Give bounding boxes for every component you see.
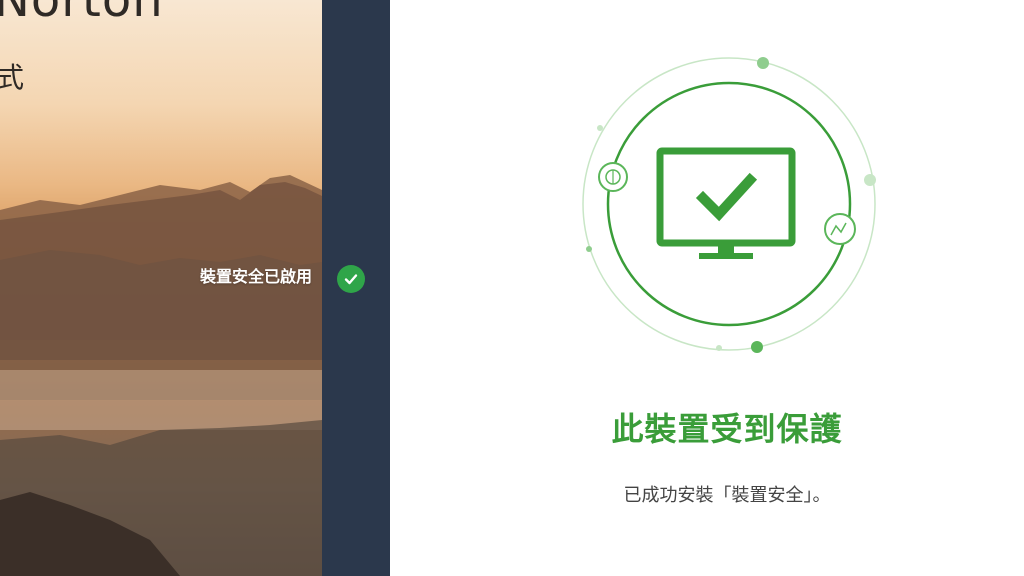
brand-subtitle: 式 (0, 61, 25, 94)
brand-logo-text: Norton (0, 0, 164, 28)
protection-status-title: 此裝置受到保護 (611, 410, 843, 448)
step-label-device-security: 裝置安全已啟用 (199, 267, 312, 286)
hero-landscape-image: Norton 式 (0, 0, 322, 576)
mountain-landscape (0, 175, 322, 576)
protected-monitor-illustration (582, 57, 876, 353)
check-icon (337, 265, 365, 293)
installation-success-message: 已成功安裝「裝置安全」。 (623, 485, 831, 506)
